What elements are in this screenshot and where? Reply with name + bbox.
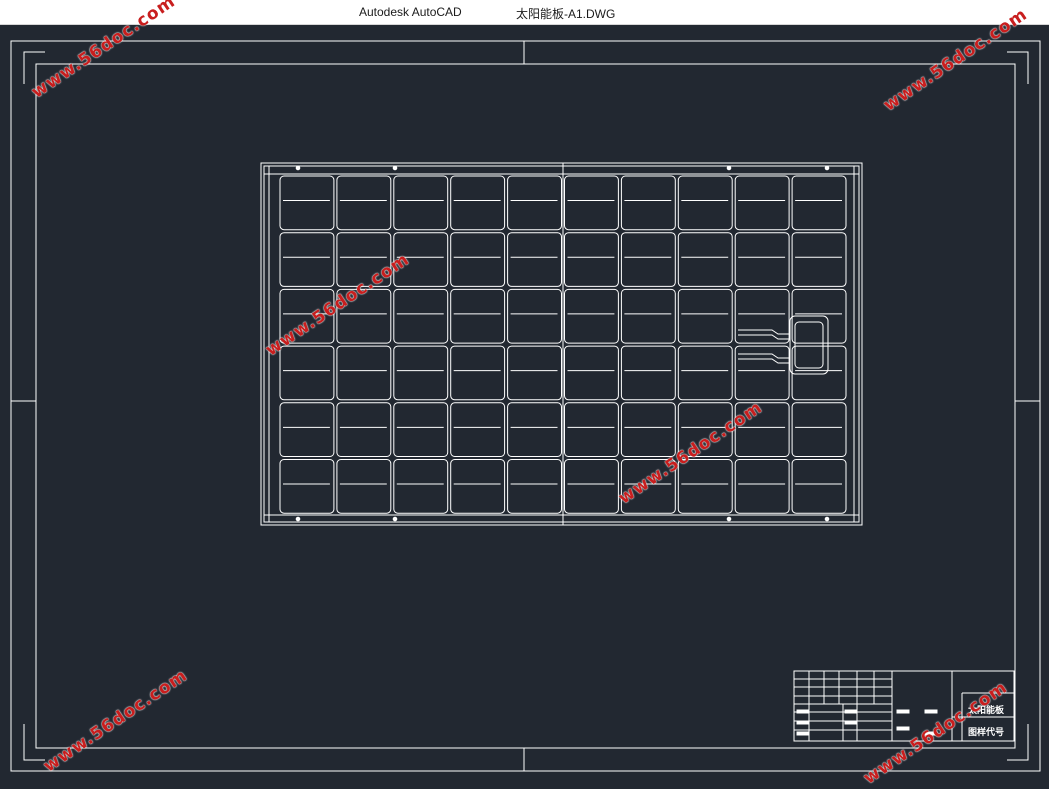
solar-cell xyxy=(791,459,847,514)
solar-cell xyxy=(791,175,847,231)
inner-border xyxy=(35,63,1016,749)
solar-cell xyxy=(336,402,392,457)
solar-cell xyxy=(450,345,506,401)
solar-cell xyxy=(393,175,449,231)
solar-cell xyxy=(791,345,847,401)
cable-upper xyxy=(738,329,790,340)
corner-mark-tr xyxy=(1007,51,1029,84)
solar-cell xyxy=(564,175,619,231)
mounting-hole xyxy=(726,165,732,171)
solar-cell xyxy=(336,175,392,231)
title-block-text-mark xyxy=(844,720,858,725)
solar-cell xyxy=(791,232,847,287)
solar-cell xyxy=(450,175,506,231)
title-block-code-label: 图样代号 xyxy=(968,728,1005,738)
solar-cell xyxy=(564,288,619,344)
drawing-frame xyxy=(10,40,1041,772)
solar-cell xyxy=(393,402,449,457)
title-block-text-mark xyxy=(796,720,810,725)
solar-cell xyxy=(677,232,733,287)
solar-cell xyxy=(393,459,449,514)
solar-cell xyxy=(734,459,790,514)
corner-mark-br xyxy=(1007,724,1029,761)
solar-cell xyxy=(450,459,506,514)
title-block-text-mark xyxy=(896,726,910,731)
solar-cell xyxy=(279,459,335,514)
solar-cell xyxy=(336,459,392,514)
title-block-text-mark xyxy=(796,709,810,714)
solar-cell xyxy=(450,402,506,457)
junction-box-inner xyxy=(794,321,824,369)
solar-cell xyxy=(564,345,619,401)
mounting-hole xyxy=(295,165,301,171)
solar-cell xyxy=(450,288,506,344)
document-name: 太阳能板-A1.DWG xyxy=(516,7,616,21)
solar-cell xyxy=(620,288,676,344)
solar-cell xyxy=(564,232,619,287)
solar-cell xyxy=(279,402,335,457)
mounting-hole xyxy=(392,165,398,171)
outer-border xyxy=(10,40,1041,772)
solar-cell xyxy=(791,402,847,457)
solar-cell xyxy=(450,232,506,287)
solar-cell xyxy=(336,345,392,401)
mounting-hole xyxy=(824,165,830,171)
mounting-hole xyxy=(295,516,301,522)
title-block-text-mark xyxy=(924,709,938,714)
solar-cell xyxy=(507,175,563,231)
solar-panel xyxy=(260,162,863,526)
solar-cell xyxy=(564,402,619,457)
solar-cell xyxy=(507,288,563,344)
cable-lower xyxy=(738,353,790,364)
mounting-hole xyxy=(392,516,398,522)
solar-cell xyxy=(279,232,335,287)
solar-cell xyxy=(507,345,563,401)
solar-cell xyxy=(564,459,619,514)
solar-cell xyxy=(677,345,733,401)
solar-cell xyxy=(620,345,676,401)
solar-cell xyxy=(734,175,790,231)
solar-cell xyxy=(620,232,676,287)
solar-cell xyxy=(507,402,563,457)
solar-cell xyxy=(393,288,449,344)
solar-cell xyxy=(677,175,733,231)
mounting-hole xyxy=(726,516,732,522)
corner-mark-bl xyxy=(23,724,45,761)
app-name: Autodesk AutoCAD xyxy=(359,5,462,19)
title-block-text-mark xyxy=(796,731,810,736)
drawing-canvas[interactable]: 太阳能板 图样代号 www.56doc.com www.56doc.com ww… xyxy=(0,0,1049,789)
solar-cell xyxy=(620,175,676,231)
solar-cell xyxy=(279,345,335,401)
solar-cell xyxy=(507,232,563,287)
drawing-svg xyxy=(10,40,1041,772)
solar-cell xyxy=(279,175,335,231)
title-block-text-mark xyxy=(844,709,858,714)
solar-cell xyxy=(734,232,790,287)
solar-cell xyxy=(677,288,733,344)
mounting-hole xyxy=(824,516,830,522)
title-block-text-mark xyxy=(896,709,910,714)
solar-cell xyxy=(620,402,676,457)
solar-cell xyxy=(507,459,563,514)
solar-cell xyxy=(393,345,449,401)
junction-box xyxy=(789,315,829,375)
